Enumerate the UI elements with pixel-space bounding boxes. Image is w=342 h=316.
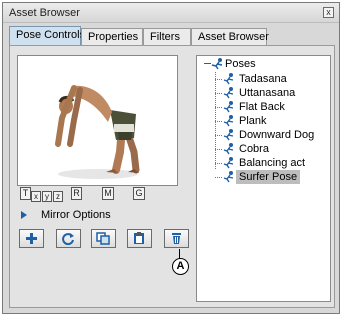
plus-icon [26, 233, 37, 244]
y-axis-button[interactable]: y [42, 191, 52, 202]
tree-item-label: Surfer Pose [236, 170, 301, 184]
tree-item-cobra[interactable]: Cobra [215, 142, 330, 156]
tree-item-label: Tadasana [239, 73, 287, 85]
tab-pose-controls[interactable]: Pose Controls [9, 26, 85, 46]
tab-properties[interactable]: Properties [81, 28, 143, 45]
rotate-button[interactable]: R [71, 187, 82, 200]
copy-pose-button[interactable] [91, 229, 116, 248]
expand-arrow-icon [21, 211, 27, 219]
posed-figure-image [55, 85, 140, 179]
tree-item-flat-back[interactable]: Flat Back [215, 100, 330, 114]
window-title: Asset Browser [9, 7, 80, 19]
mirror-button[interactable]: M [102, 187, 114, 200]
pose-tree[interactable]: Poses Tadasana Uttanasana Flat Back Plan… [196, 55, 331, 302]
mirror-options-label: Mirror Options [41, 209, 111, 221]
tree-item-downward-dog[interactable]: Downward Dog [215, 128, 330, 142]
tree-root-label: Poses [225, 58, 256, 70]
tree-item-surfer-pose[interactable]: Surfer Pose [215, 170, 330, 184]
trash-icon [172, 233, 181, 244]
tree-item-label: Flat Back [239, 101, 285, 113]
pose-icon [223, 143, 234, 155]
translate-button[interactable]: T [20, 187, 31, 200]
tree-item-balancing-act[interactable]: Balancing act [215, 156, 330, 170]
ground-button[interactable]: G [133, 187, 145, 200]
transform-toolbar: T x y z R M G [20, 187, 180, 207]
tree-item-uttanasana[interactable]: Uttanasana [215, 86, 330, 100]
tree-item-label: Cobra [239, 143, 269, 155]
poses-folder-icon [211, 58, 223, 70]
pose-controls-panel: T x y z R M G Mirror Options A Poses Tad… [9, 45, 335, 308]
asset-browser-window: Asset Browser x Pose Controls Properties… [2, 2, 340, 314]
pose-icon [223, 129, 234, 141]
tree-item-label: Uttanasana [239, 87, 296, 99]
tree-item-label: Balancing act [239, 157, 306, 169]
tree-item-label: Downward Dog [239, 129, 315, 141]
tree-item-plank[interactable]: Plank [215, 114, 330, 128]
callout-a: A [172, 258, 189, 275]
x-axis-button[interactable]: x [31, 191, 41, 202]
paste-icon [134, 232, 144, 244]
pose-icon [223, 101, 234, 113]
title-bar[interactable]: Asset Browser x [3, 3, 339, 23]
tab-asset-browser[interactable]: Asset Browser [191, 28, 269, 45]
pose-icon [223, 73, 234, 85]
tree-item-label: Plank [239, 115, 267, 127]
delete-pose-button[interactable] [164, 229, 189, 248]
refresh-icon [62, 233, 74, 245]
pose-icon [223, 115, 234, 127]
collapse-icon[interactable] [204, 63, 211, 64]
pose-viewport[interactable] [17, 55, 178, 186]
paste-pose-button[interactable] [127, 229, 152, 248]
tree-item-tadasana[interactable]: Tadasana [215, 72, 330, 86]
tab-filters[interactable]: Filters [143, 28, 191, 45]
pose-icon [223, 157, 234, 169]
close-button[interactable]: x [323, 7, 334, 18]
pose-icon [223, 171, 234, 183]
copy-icon [96, 232, 110, 245]
add-pose-button[interactable] [19, 229, 44, 248]
refresh-button[interactable] [56, 229, 81, 248]
pose-icon [223, 87, 234, 99]
z-axis-button[interactable]: z [53, 191, 63, 202]
